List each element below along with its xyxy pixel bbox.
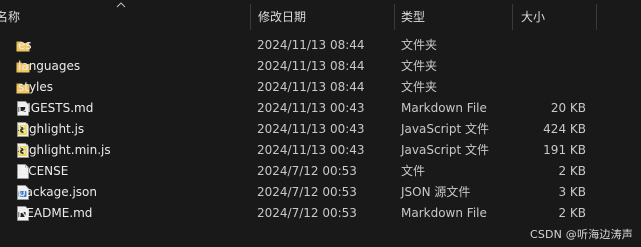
file-name: highlight.min.js (18, 143, 111, 157)
file-row[interactable]: styles 2024/11/13 08:44 文件夹 (0, 77, 641, 98)
file-type: 文件夹 (401, 80, 438, 94)
column-divider[interactable] (512, 4, 513, 30)
file-date: 2024/7/12 00:53 (257, 164, 357, 178)
column-divider[interactable] (394, 4, 395, 30)
file-date: 2024/7/12 00:53 (257, 185, 357, 199)
file-row[interactable]: DIGESTS.md 2024/11/13 00:43 Markdown Fil… (0, 98, 641, 119)
file-size: 2 KB (558, 164, 586, 178)
file-date: 2024/11/13 08:44 (257, 59, 365, 73)
file-size: 191 KB (543, 143, 586, 157)
file-row[interactable]: es 2024/11/13 08:44 文件夹 (0, 35, 641, 56)
column-divider[interactable] (596, 4, 597, 30)
file-row[interactable]: LICENSE 2024/7/12 00:53 文件 2 KB (0, 161, 641, 182)
file-date: 2024/11/13 00:43 (257, 101, 365, 115)
file-date: 2024/11/13 00:43 (257, 122, 365, 136)
column-header-type[interactable]: 类型 (401, 0, 425, 32)
file-name: README.md (18, 206, 93, 220)
file-type: Markdown File (401, 206, 487, 220)
column-header-name[interactable]: 名称 (0, 0, 20, 32)
file-size: 3 KB (558, 185, 586, 199)
column-header-date[interactable]: 修改日期 (258, 0, 306, 32)
file-name: styles (18, 80, 54, 94)
file-explorer: 名称 修改日期 类型 大小 es 2024/11/13 08:44 文件夹 la… (0, 0, 641, 247)
file-type: 文件夹 (401, 38, 438, 52)
file-type: JSON 源文件 (401, 185, 471, 199)
file-size: 424 KB (543, 122, 586, 136)
file-name: LICENSE (18, 164, 69, 178)
file-date: 2024/11/13 08:44 (257, 80, 365, 94)
file-type: 文件 (401, 164, 426, 178)
file-name: DIGESTS.md (18, 101, 94, 115)
file-list: es 2024/11/13 08:44 文件夹 languages 2024/1… (0, 35, 641, 224)
file-name: languages (18, 59, 81, 73)
column-header-bar: 名称 修改日期 类型 大小 (0, 0, 641, 32)
file-size: 20 KB (550, 101, 586, 115)
file-name: highlight.js (18, 122, 85, 136)
file-row[interactable]: highlight.js 2024/11/13 00:43 JavaScript… (0, 119, 641, 140)
file-row[interactable]: {} package.json 2024/7/12 00:53 JSON 源文件… (0, 182, 641, 203)
file-size: 2 KB (558, 206, 586, 220)
file-name: package.json (18, 185, 98, 199)
column-divider[interactable] (250, 4, 251, 30)
sort-ascending-icon (116, 2, 126, 8)
file-date: 2024/11/13 08:44 (257, 38, 365, 52)
file-row[interactable]: README.md 2024/7/12 00:53 Markdown File … (0, 203, 641, 224)
file-row[interactable]: highlight.min.js 2024/11/13 00:43 JavaSc… (0, 140, 641, 161)
file-type: JavaScript 文件 (401, 122, 489, 136)
watermark: CSDN @听海边涛声 (529, 228, 633, 241)
file-type: 文件夹 (401, 59, 438, 73)
file-row[interactable]: languages 2024/11/13 08:44 文件夹 (0, 56, 641, 77)
file-date: 2024/7/12 00:53 (257, 206, 357, 220)
file-type: Markdown File (401, 101, 487, 115)
file-type: JavaScript 文件 (401, 143, 489, 157)
column-header-size[interactable]: 大小 (521, 0, 545, 32)
file-date: 2024/11/13 00:43 (257, 143, 365, 157)
file-name: es (18, 38, 32, 52)
